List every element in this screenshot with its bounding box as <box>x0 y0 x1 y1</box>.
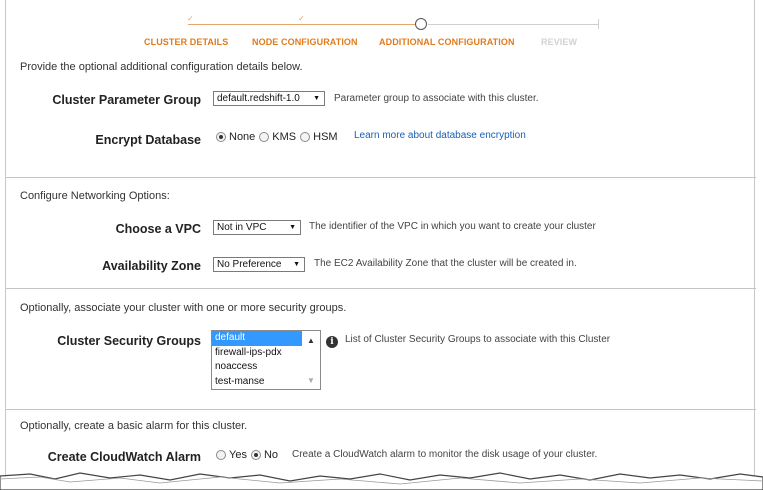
encryption-hsm-radio[interactable] <box>300 132 311 142</box>
parameter-group-hint: Parameter group to associate with this c… <box>334 93 539 104</box>
list-item[interactable]: noaccess <box>212 360 302 375</box>
networking-heading: Configure Networking Options: <box>20 190 170 202</box>
progress-line-remaining <box>428 24 598 25</box>
encryption-kms-radio[interactable] <box>259 132 270 142</box>
wizard-panel: ✓ ✓ CLUSTER DETAILS NODE CONFIGURATION A… <box>5 0 756 484</box>
vpc-label: Choose a VPC <box>115 222 201 236</box>
step-2-check-icon: ✓ <box>298 14 305 23</box>
availability-zone-label: Availability Zone <box>102 259 201 273</box>
step-cluster-details[interactable]: CLUSTER DETAILS <box>144 37 228 47</box>
chevron-down-icon: ▼ <box>289 224 296 231</box>
vpc-hint: The identifier of the VPC in which you w… <box>309 221 596 232</box>
divider <box>6 409 756 410</box>
scroll-up-icon[interactable]: ▲ <box>307 336 315 345</box>
alarm-yes-radio[interactable] <box>216 450 226 460</box>
chevron-down-icon: ▼ <box>313 95 320 102</box>
listbox-scrollbar[interactable]: ▲ ▼ <box>302 331 320 389</box>
alarm-radio-group: Yes No <box>216 449 282 461</box>
current-step-circle-icon <box>415 18 427 30</box>
cloudwatch-alarm-label: Create CloudWatch Alarm <box>47 450 201 464</box>
torn-edge-decoration <box>0 472 763 490</box>
parameter-group-value: default.redshift-1.0 <box>217 93 300 104</box>
vpc-value: Not in VPC <box>217 222 267 233</box>
parameter-group-label: Cluster Parameter Group <box>52 93 201 107</box>
scroll-down-icon[interactable]: ▼ <box>307 376 315 385</box>
step-additional-configuration: ADDITIONAL CONFIGURATION <box>379 37 515 47</box>
step-node-configuration[interactable]: NODE CONFIGURATION <box>252 37 358 47</box>
encryption-kms-label[interactable]: KMS <box>272 131 296 143</box>
list-item[interactable]: test-manse <box>212 375 302 390</box>
alarm-heading: Optionally, create a basic alarm for thi… <box>20 420 248 432</box>
encryption-none-radio[interactable] <box>216 132 226 142</box>
step-review: REVIEW <box>541 37 578 47</box>
divider <box>6 288 756 289</box>
encryption-radio-group: None KMS HSM <box>216 131 342 143</box>
info-icon[interactable]: i <box>326 336 338 348</box>
encryption-hsm-label[interactable]: HSM <box>313 131 337 143</box>
step-1-check-icon: ✓ <box>187 14 194 23</box>
vpc-select[interactable]: Not in VPC ▼ <box>213 220 301 235</box>
cloudwatch-alarm-hint: Create a CloudWatch alarm to monitor the… <box>292 449 598 460</box>
availability-zone-hint: The EC2 Availability Zone that the clust… <box>314 258 577 269</box>
security-groups-hint: List of Cluster Security Groups to assoc… <box>345 334 611 345</box>
security-groups-listbox[interactable]: default firewall-ips-pdx noaccess test-m… <box>211 330 321 390</box>
divider <box>6 177 756 178</box>
progress-line-complete <box>188 24 422 25</box>
intro-text: Provide the optional additional configur… <box>20 61 303 73</box>
alarm-no-label[interactable]: No <box>264 449 278 461</box>
alarm-yes-label[interactable]: Yes <box>229 449 247 461</box>
security-heading: Optionally, associate your cluster with … <box>20 302 347 314</box>
wizard-steps: ✓ ✓ CLUSTER DETAILS NODE CONFIGURATION A… <box>6 0 756 50</box>
progress-end-tick <box>598 19 599 29</box>
parameter-group-select[interactable]: default.redshift-1.0 ▼ <box>213 91 325 106</box>
encrypt-database-label: Encrypt Database <box>95 133 201 147</box>
alarm-no-radio[interactable] <box>250 450 261 460</box>
list-item[interactable]: default <box>212 331 302 346</box>
list-item[interactable]: firewall-ips-pdx <box>212 346 302 361</box>
availability-zone-select[interactable]: No Preference ▼ <box>213 257 305 272</box>
availability-zone-value: No Preference <box>217 259 282 270</box>
security-groups-label: Cluster Security Groups <box>57 334 201 348</box>
encryption-none-label[interactable]: None <box>229 131 255 143</box>
encryption-learn-more-link[interactable]: Learn more about database encryption <box>354 130 526 141</box>
chevron-down-icon: ▼ <box>293 261 300 268</box>
